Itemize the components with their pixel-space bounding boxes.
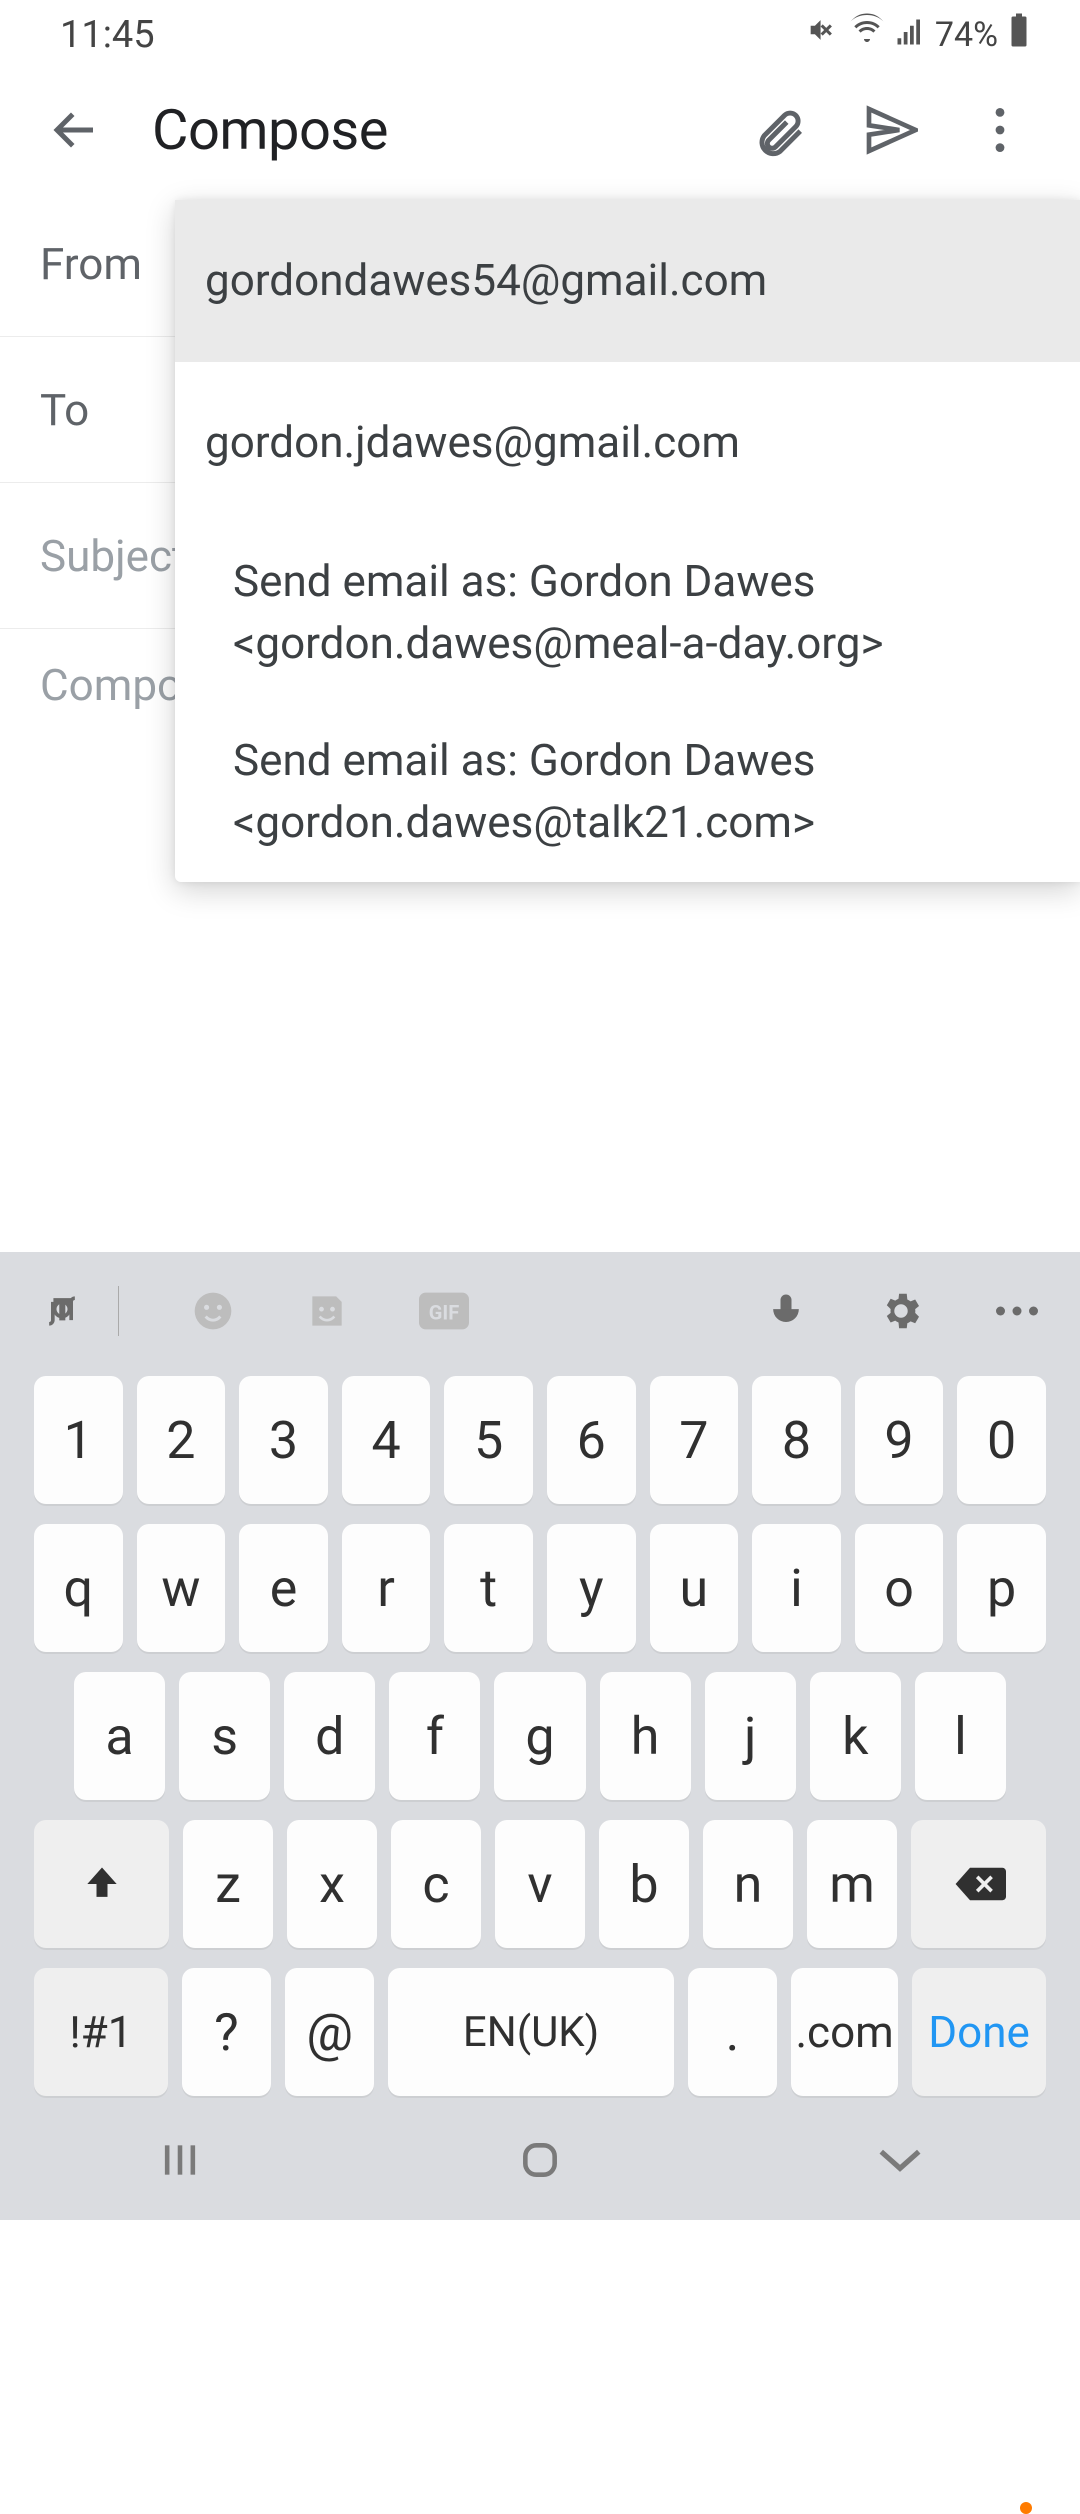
signal-icon	[895, 13, 925, 57]
expand-icon[interactable]	[994, 1305, 1040, 1317]
key-shift[interactable]	[34, 1820, 169, 1948]
key-o[interactable]: o	[855, 1524, 944, 1652]
kb-row-zxcv: z x c v b n m	[34, 1820, 1046, 1948]
key-dot[interactable]: .	[688, 1968, 777, 2096]
key-y[interactable]: y	[547, 1524, 636, 1652]
navigation-bar	[0, 2100, 1080, 2220]
key-i[interactable]: i	[752, 1524, 841, 1652]
key-space[interactable]: EN(UK)	[388, 1968, 674, 2096]
emoji-icon[interactable]	[191, 1289, 235, 1333]
key-k[interactable]: k	[810, 1672, 901, 1800]
text-correction-icon[interactable]: T	[40, 1289, 84, 1333]
nav-back[interactable]	[840, 2120, 960, 2200]
key-3[interactable]: 3	[239, 1376, 328, 1504]
attach-button[interactable]	[750, 100, 810, 160]
key-1[interactable]: 1	[34, 1376, 123, 1504]
sticker-icon[interactable]	[305, 1289, 349, 1333]
key-j[interactable]: j	[705, 1672, 796, 1800]
key-a[interactable]: a	[74, 1672, 165, 1800]
key-q[interactable]: q	[34, 1524, 123, 1652]
from-label: From	[40, 238, 142, 290]
key-question[interactable]: ?	[182, 1968, 271, 2096]
svg-text:T: T	[55, 1295, 70, 1325]
send-button[interactable]	[860, 100, 920, 160]
settings-icon[interactable]	[878, 1288, 924, 1334]
battery-pct: 74%	[935, 15, 998, 55]
key-x[interactable]: x	[287, 1820, 377, 1948]
app-bar-title: Compose	[120, 97, 750, 163]
key-d[interactable]: d	[284, 1672, 375, 1800]
kb-row-qwerty: q w e r t y u i o p	[34, 1524, 1046, 1652]
key-symbols[interactable]: !#1	[34, 1968, 168, 2096]
key-p[interactable]: p	[957, 1524, 1046, 1652]
to-label: To	[40, 384, 89, 436]
status-bar: 11:45 74%	[0, 0, 1080, 70]
kb-row-bottom: !#1 ? @ EN(UK) . .com Done	[34, 1968, 1046, 2096]
from-option-2[interactable]: Send email as: Gordon Dawes <gordon.dawe…	[175, 523, 1080, 702]
status-time: 11:45	[60, 13, 155, 57]
key-dotcom[interactable]: .com	[791, 1968, 898, 2096]
wifi-icon	[849, 12, 885, 58]
key-5[interactable]: 5	[444, 1376, 533, 1504]
kb-row-numbers: 1 2 3 4 5 6 7 8 9 0	[34, 1376, 1046, 1504]
key-6[interactable]: 6	[547, 1376, 636, 1504]
mic-icon[interactable]	[764, 1289, 808, 1333]
key-v[interactable]: v	[495, 1820, 585, 1948]
toolbar-notification-dot	[1020, 2502, 1032, 2514]
subject-placeholder: Subject	[40, 530, 186, 582]
mute-vibrate-icon	[805, 13, 839, 57]
key-7[interactable]: 7	[650, 1376, 739, 1504]
from-option-1[interactable]: gordon.jdawes@gmail.com	[175, 362, 1080, 524]
key-done[interactable]: Done	[912, 1968, 1046, 2096]
key-g[interactable]: g	[494, 1672, 585, 1800]
key-b[interactable]: b	[599, 1820, 689, 1948]
keyboard-toolbar: T GIF	[0, 1252, 1080, 1370]
key-2[interactable]: 2	[137, 1376, 226, 1504]
key-backspace[interactable]	[911, 1820, 1046, 1948]
key-e[interactable]: e	[239, 1524, 328, 1652]
key-m[interactable]: m	[807, 1820, 897, 1948]
key-4[interactable]: 4	[342, 1376, 431, 1504]
nav-recents[interactable]	[120, 2120, 240, 2200]
nav-home[interactable]	[480, 2120, 600, 2200]
kb-row-asdf: a s d f g h j k l	[34, 1672, 1046, 1800]
key-z[interactable]: z	[183, 1820, 273, 1948]
app-bar-actions	[750, 100, 1050, 160]
key-h[interactable]: h	[600, 1672, 691, 1800]
key-w[interactable]: w	[137, 1524, 226, 1652]
battery-icon	[1008, 12, 1030, 58]
key-f[interactable]: f	[389, 1672, 480, 1800]
app-bar: Compose	[0, 70, 1080, 190]
key-u[interactable]: u	[650, 1524, 739, 1652]
key-s[interactable]: s	[179, 1672, 270, 1800]
back-button[interactable]	[30, 85, 120, 175]
from-option-3[interactable]: Send email as: Gordon Dawes <gordon.dawe…	[175, 702, 1080, 881]
key-9[interactable]: 9	[855, 1376, 944, 1504]
key-t[interactable]: t	[444, 1524, 533, 1652]
svg-text:GIF: GIF	[429, 1300, 459, 1324]
toolbar-divider	[118, 1286, 119, 1336]
from-option-0[interactable]: gordondawes54@gmail.com	[175, 200, 1080, 362]
more-button[interactable]	[970, 100, 1030, 160]
from-dropdown: gordondawes54@gmail.com gordon.jdawes@gm…	[175, 200, 1080, 882]
keyboard-rows: 1 2 3 4 5 6 7 8 9 0 q w e r t y u i o p …	[0, 1370, 1080, 2220]
key-n[interactable]: n	[703, 1820, 793, 1948]
key-c[interactable]: c	[391, 1820, 481, 1948]
key-at[interactable]: @	[285, 1968, 374, 2096]
key-0[interactable]: 0	[957, 1376, 1046, 1504]
key-l[interactable]: l	[915, 1672, 1006, 1800]
status-right: 74%	[805, 12, 1030, 58]
gif-icon[interactable]: GIF	[419, 1292, 469, 1330]
key-r[interactable]: r	[342, 1524, 431, 1652]
keyboard: T GIF 1 2 3 4 5 6 7 8	[0, 1252, 1080, 2220]
key-8[interactable]: 8	[752, 1376, 841, 1504]
